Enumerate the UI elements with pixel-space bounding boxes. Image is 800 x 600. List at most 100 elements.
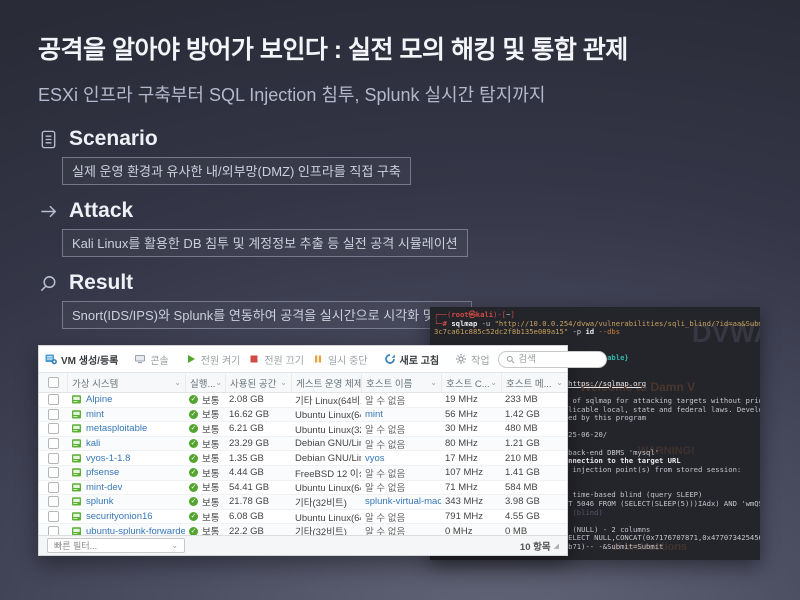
document-icon <box>38 129 59 150</box>
item-count-label: 10 항목 <box>520 539 551 553</box>
guest-os-cell: 기타 Linux(64비트) <box>291 393 361 407</box>
row-checkbox[interactable] <box>48 482 59 493</box>
row-checkbox[interactable] <box>48 409 59 420</box>
search-box[interactable] <box>498 351 607 368</box>
host-name-cell: splunk-virtual-mac... <box>361 495 441 509</box>
row-checkbox[interactable] <box>48 511 59 522</box>
column-header-2[interactable]: 사용된 공간⌄ <box>225 373 291 392</box>
toolbar-button-console[interactable]: 콘솔 <box>134 352 168 367</box>
host-name-cell: 알 수 없음 <box>361 422 441 436</box>
quick-filter-select[interactable]: 빠른 필터... ⌄ <box>47 538 185 553</box>
row-checkbox[interactable] <box>48 467 59 478</box>
chevron-down-icon: ⌄ <box>556 379 563 387</box>
search-input[interactable] <box>519 354 599 365</box>
console-icon <box>134 353 146 365</box>
host-memory-cell: 210 MB <box>501 451 567 465</box>
used-space-cell: 54.41 GB <box>225 481 291 495</box>
table-row: metasploitable✓보통6.21 GBUbuntu Linux(32비… <box>39 422 567 437</box>
host-cpu-cell: 17 MHz <box>441 451 501 465</box>
row-checkbox[interactable] <box>48 423 59 434</box>
toolbar-button-suspend[interactable]: 일시 중단 <box>312 352 368 367</box>
vm-name-link[interactable]: metasploitable <box>86 423 147 434</box>
host-name: 알 수 없음 <box>365 437 405 451</box>
table-row: vyos-1-1.8✓보통1.35 GBDebian GNU/Linux...v… <box>39 451 567 466</box>
select-all-checkbox-cell <box>39 373 67 392</box>
host-name-link[interactable]: mint <box>365 409 383 420</box>
vm-status-cell: ✓보통 <box>185 481 225 495</box>
host-name-link[interactable]: splunk-virtual-mac... <box>365 496 441 507</box>
refresh-icon <box>384 353 396 365</box>
host-name: 알 수 없음 <box>365 510 405 524</box>
row-checkbox-cell <box>39 495 67 509</box>
status-ok-icon: ✓ <box>189 410 198 419</box>
row-checkbox-cell <box>39 510 67 524</box>
page-title: 공격을 알아야 방어가 보인다 : 실전 모의 해킹 및 통합 관제 <box>38 30 768 66</box>
page-subtitle: ESXi 인프라 구축부터 SQL Injection 침투, Splunk 실… <box>38 81 768 107</box>
guest-os-cell: Debian GNU/Linux... <box>291 451 361 465</box>
vm-name-link[interactable]: mint <box>86 409 104 420</box>
host-cpu-cell: 71 MHz <box>441 481 501 495</box>
row-checkbox-cell <box>39 451 67 465</box>
section-attack: AttackKali Linux를 활용한 DB 침투 및 계정정보 추출 등 … <box>38 198 598 257</box>
table-row: splunk✓보통21.78 GB기타(32비트)splunk-virtual-… <box>39 495 567 510</box>
guest-os-cell: Ubuntu Linux(32비... <box>291 422 361 436</box>
terminal-text-segment: https://sqlmap.org <box>568 379 646 388</box>
vm-name-link[interactable]: vyos-1-1.8 <box>86 453 130 464</box>
host-memory-cell: 4.55 GB <box>501 510 567 524</box>
host-memory-cell: 233 MB <box>501 393 567 407</box>
column-header-label: 호스트 C... <box>446 376 490 390</box>
row-checkbox[interactable] <box>48 394 59 405</box>
status-label: 보통 <box>202 408 219 422</box>
vm-name-link[interactable]: splunk <box>86 496 113 507</box>
toolbar-button-label: 전원 켜기 <box>201 352 241 367</box>
host-memory-cell: 480 MB <box>501 422 567 436</box>
vm-name-link[interactable]: Alpine <box>86 394 112 405</box>
section-header: Scenario <box>38 126 598 152</box>
resize-grip-icon[interactable]: ◢ <box>554 542 559 550</box>
status-label: 보통 <box>202 481 219 495</box>
host-cpu-cell: 791 MHz <box>441 510 501 524</box>
row-checkbox[interactable] <box>48 496 59 507</box>
column-header-4[interactable]: 호스트 이름⌄ <box>361 373 441 392</box>
status-ok-icon: ✓ <box>189 424 198 433</box>
column-header-1[interactable]: 실행...⌄ <box>185 373 225 392</box>
column-header-6[interactable]: 호스트 메... ⌄ <box>501 373 567 392</box>
vm-name-link[interactable]: pfsense <box>86 467 119 478</box>
vm-name-cell: metasploitable <box>67 422 185 436</box>
vm-create-icon <box>45 353 57 365</box>
row-checkbox[interactable] <box>48 438 59 449</box>
vm-status-cell: ✓보통 <box>185 393 225 407</box>
column-header-3[interactable]: 게스트 운영 체제⌄ <box>291 373 361 392</box>
vm-name-cell: securityonion16 <box>67 510 185 524</box>
host-name-cell: 알 수 없음 <box>361 481 441 495</box>
status-label: 보통 <box>202 393 219 407</box>
row-checkbox[interactable] <box>48 453 59 464</box>
used-space-cell: 23.29 GB <box>225 437 291 451</box>
vm-name-link[interactable]: securityonion16 <box>86 511 153 522</box>
column-header-5[interactable]: 호스트 C...⌄ <box>441 373 501 392</box>
column-header-label: 호스트 메... <box>506 376 552 390</box>
toolbar-button-actions[interactable]: 작업 <box>455 352 489 367</box>
power-off-icon <box>248 353 260 365</box>
vm-name-link[interactable]: kali <box>86 438 100 449</box>
used-space-cell: 21.78 GB <box>225 495 291 509</box>
guest-os-cell: 기타(32비트) <box>291 495 361 509</box>
vm-status-cell: ✓보통 <box>185 422 225 436</box>
guest-os-cell: Debian GNU/Linux... <box>291 437 361 451</box>
status-ok-icon: ✓ <box>189 497 198 506</box>
section-header: Result <box>38 270 598 296</box>
toolbar-button-power-off[interactable]: 전원 끄기 <box>248 352 304 367</box>
host-name-cell: 알 수 없음 <box>361 510 441 524</box>
select-all-checkbox[interactable] <box>48 377 59 388</box>
toolbar-button-vm-create[interactable]: VM 생성/등록 <box>45 352 118 367</box>
terminal-line: 3c7ca61c885c52dc2f8b135e089a15" -p id --… <box>434 328 760 337</box>
toolbar-button-power-on[interactable]: 전원 켜기 <box>185 352 241 367</box>
toolbar-button-refresh[interactable]: 새로 고침 <box>384 352 440 367</box>
status-label: 보통 <box>202 437 219 451</box>
status-label: 보통 <box>202 510 219 524</box>
vm-name-link[interactable]: mint-dev <box>86 482 122 493</box>
host-name-link[interactable]: vyos <box>365 453 385 464</box>
host-name: 알 수 없음 <box>365 466 405 480</box>
column-header-0[interactable]: 가상 시스템⌄ <box>67 373 185 392</box>
status-ok-icon: ✓ <box>189 468 198 477</box>
